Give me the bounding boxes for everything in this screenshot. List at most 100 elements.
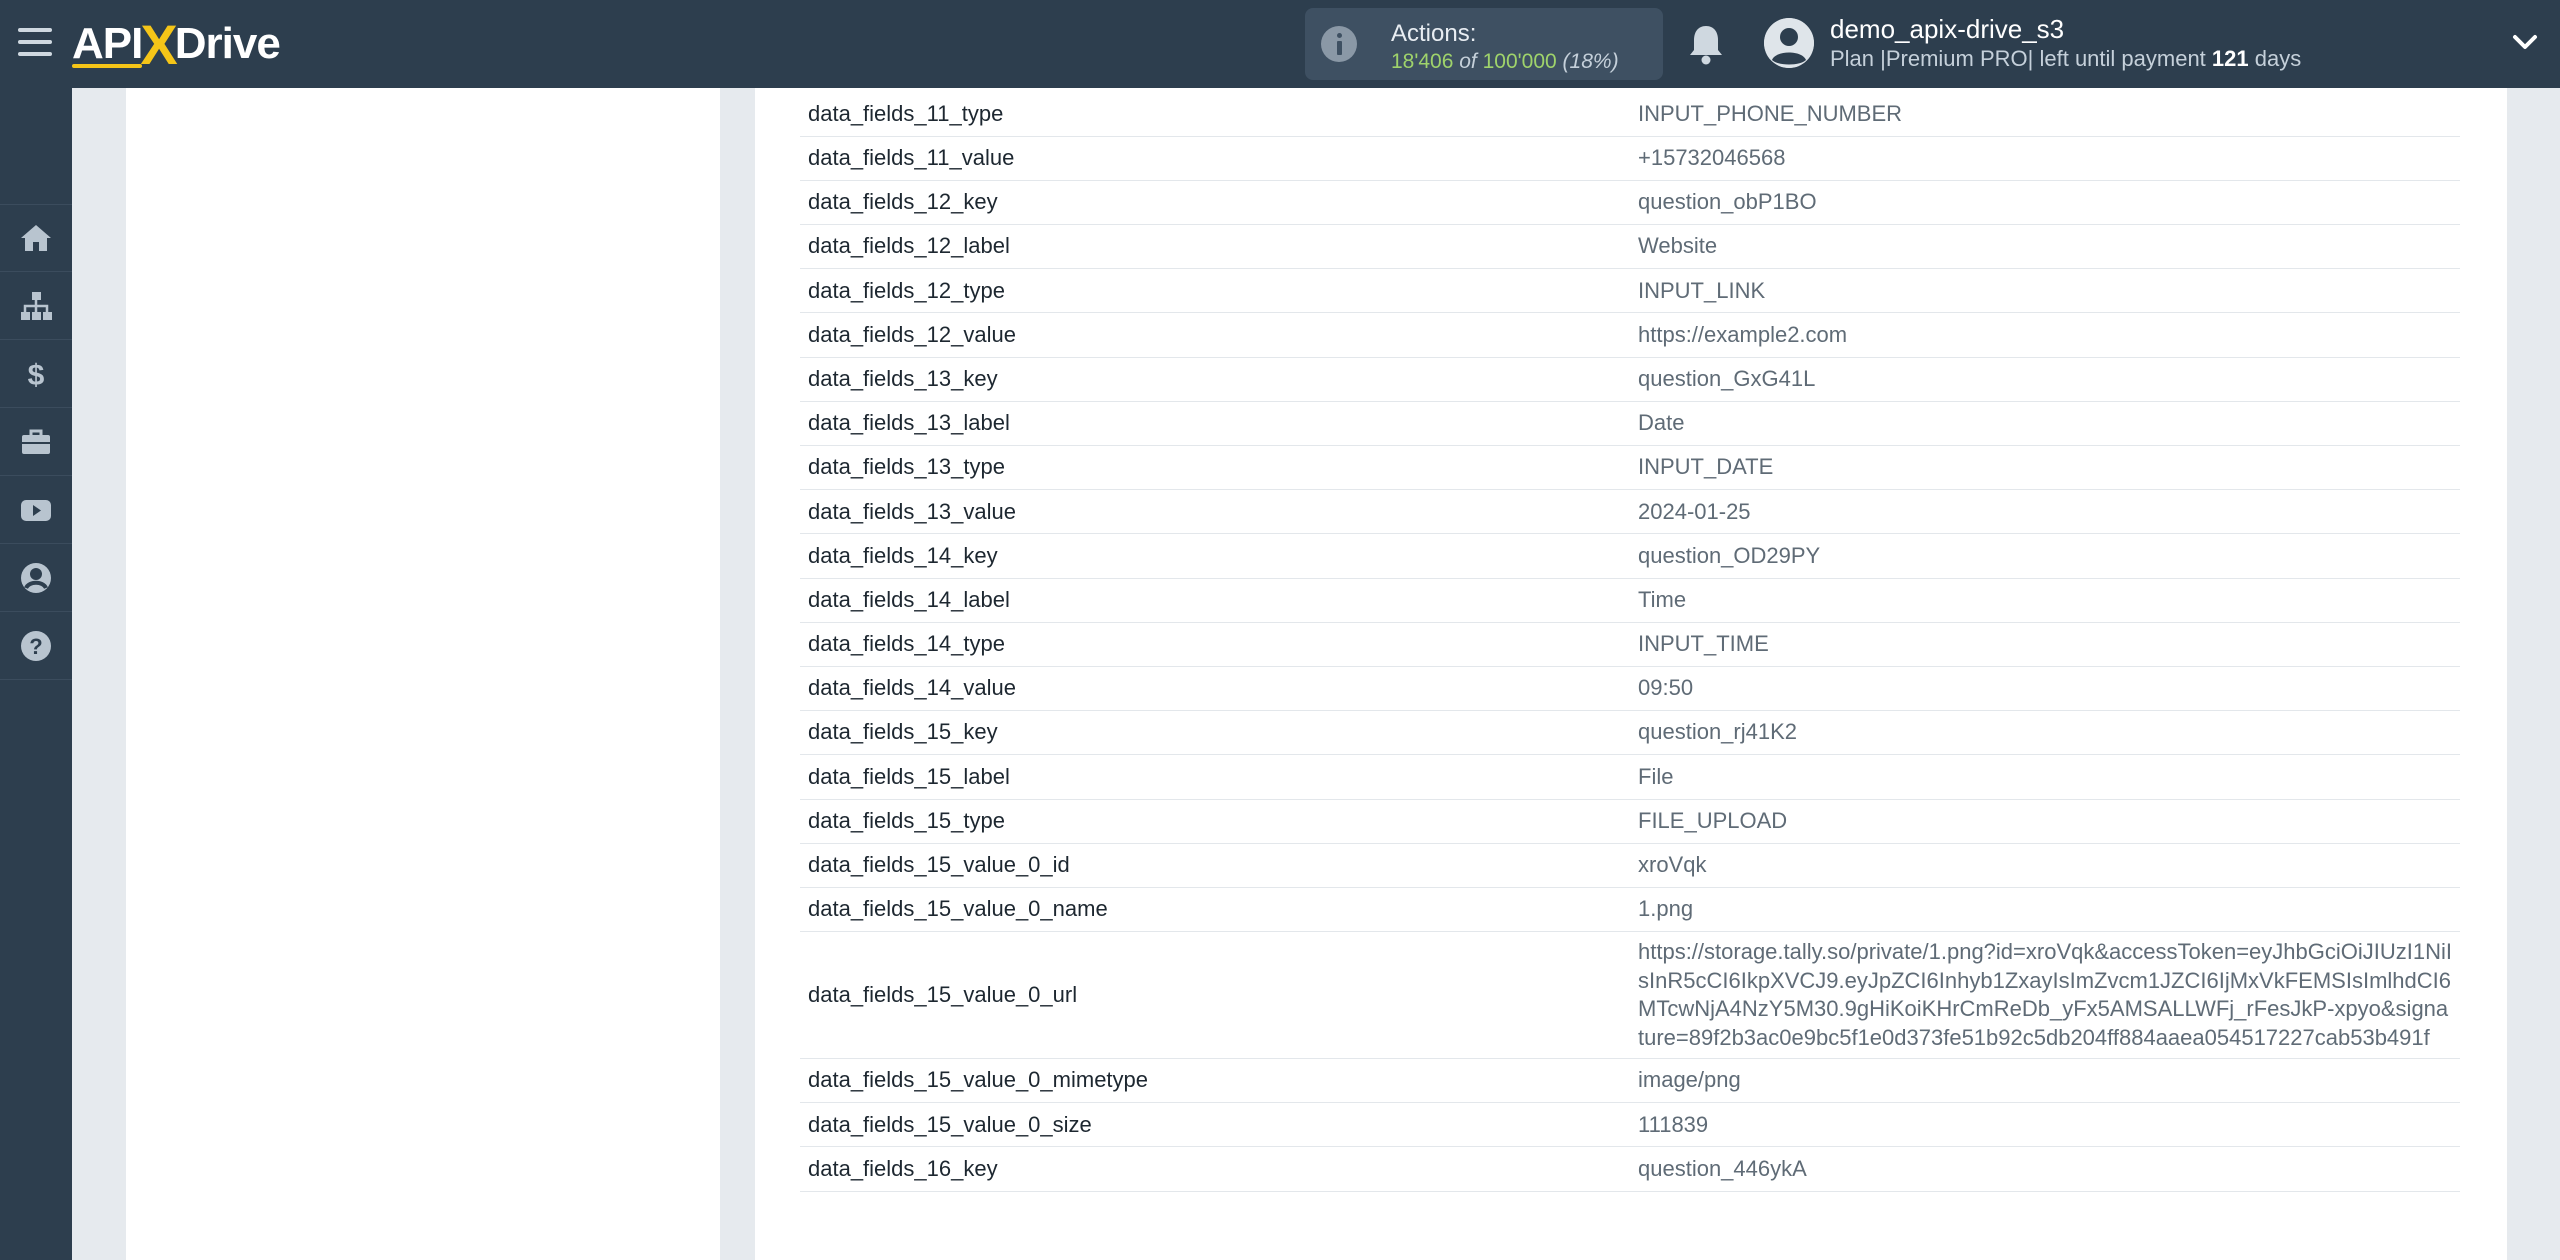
field-key: data_fields_14_type — [800, 622, 1630, 667]
left-panel — [126, 88, 720, 1260]
table-row: data_fields_11_type INPUT_PHONE_NUMBER — [800, 92, 2460, 137]
table-row: data_fields_13_key question_GxG41L — [800, 357, 2460, 402]
field-key: data_fields_15_value_0_mimetype — [800, 1058, 1630, 1104]
home-icon — [21, 225, 51, 251]
field-key: data_fields_12_type — [800, 268, 1630, 314]
sidebar: $ ? — [0, 88, 72, 1260]
actions-counter[interactable]: Actions: 18'406 of 100'000 (18%) — [1305, 8, 1663, 80]
plan-suffix: days — [2254, 46, 2302, 71]
table-row: data_fields_15_value_0_id xroVqk — [800, 843, 2460, 888]
sidebar-item-videos[interactable] — [0, 476, 72, 544]
field-key: data_fields_12_key — [800, 180, 1630, 226]
field-value: INPUT_TIME — [1630, 622, 2460, 667]
table-row: data_fields_13_label Date — [800, 401, 2460, 447]
field-value: https://example2.com — [1630, 312, 2460, 358]
field-value: FILE_UPLOAD — [1630, 799, 2460, 844]
data-table: data_fields_11_type INPUT_PHONE_NUMBER dat… — [800, 92, 2460, 1192]
actions-limit: 100'000 — [1482, 50, 1557, 73]
youtube-icon — [21, 499, 51, 521]
sidebar-item-help[interactable]: ? — [0, 612, 72, 680]
table-row: data_fields_12_type INPUT_LINK — [800, 268, 2460, 314]
field-value: image/png — [1630, 1058, 2460, 1104]
table-row: data_fields_13_type INPUT_DATE — [800, 445, 2460, 491]
user-avatar-icon — [1764, 18, 1814, 68]
user-name[interactable]: demo_apix-drive_s3 — [1830, 14, 2064, 45]
help-icon: ? — [21, 630, 51, 661]
field-value: INPUT_LINK — [1630, 268, 2460, 314]
field-value: question_446ykA — [1630, 1146, 2460, 1192]
table-row: data_fields_16_key question_446ykA — [800, 1146, 2460, 1192]
svg-text:$: $ — [28, 359, 45, 391]
field-key: data_fields_16_key — [800, 1146, 1630, 1192]
field-value: Time — [1630, 578, 2460, 623]
field-key: data_fields_13_key — [800, 357, 1630, 402]
field-key: data_fields_13_type — [800, 445, 1630, 491]
field-key: data_fields_15_label — [800, 754, 1630, 800]
field-key: data_fields_11_value — [800, 136, 1630, 181]
table-row: data_fields_12_key question_obP1BO — [800, 180, 2460, 226]
sidebar-item-profile[interactable] — [0, 544, 72, 612]
table-row: data_fields_15_value_0_size 111839 — [800, 1102, 2460, 1148]
field-value: Date — [1630, 401, 2460, 447]
table-row: data_fields_15_label File — [800, 754, 2460, 800]
field-key: data_fields_14_key — [800, 533, 1630, 579]
field-value: Website — [1630, 224, 2460, 270]
field-value: 09:50 — [1630, 666, 2460, 712]
plan-days: 121 — [2211, 46, 2249, 71]
field-key: data_fields_14_value — [800, 666, 1630, 712]
top-bar: API X Drive Actions: 18'406 of 100'000 (18… — [0, 0, 2560, 88]
field-value: 1.png — [1630, 887, 2460, 933]
actions-usage: 18'406 of 100'000 (18%) — [1391, 50, 1619, 74]
field-key: data_fields_14_label — [800, 578, 1630, 623]
actions-of: of — [1459, 50, 1477, 73]
logo-drive: Drive — [174, 19, 281, 68]
menu-icon[interactable] — [18, 28, 52, 58]
field-value: +15732046568 — [1630, 136, 2460, 181]
field-key: data_fields_15_key — [800, 710, 1630, 756]
bell-icon[interactable] — [1686, 22, 1726, 66]
sidebar-item-tools[interactable] — [0, 408, 72, 476]
field-key: data_fields_13_value — [800, 489, 1630, 535]
logo-underline — [72, 64, 142, 68]
plan-prefix: Plan |Premium PRO| left until payment — [1830, 46, 2206, 71]
field-value: 111839 — [1630, 1102, 2460, 1148]
sidebar-item-billing[interactable]: $ — [0, 340, 72, 408]
table-row: data_fields_14_type INPUT_TIME — [800, 622, 2460, 667]
field-key: data_fields_11_type — [800, 92, 1630, 137]
field-key: data_fields_15_value_0_name — [800, 887, 1630, 933]
field-key: data_fields_15_value_0_id — [800, 843, 1630, 888]
table-row: data_fields_15_key question_rj41K2 — [800, 710, 2460, 756]
avatar[interactable] — [1764, 18, 1814, 68]
field-value: INPUT_DATE — [1630, 445, 2460, 491]
actions-used: 18'406 — [1391, 50, 1454, 73]
table-row: data_fields_14_value 09:50 — [800, 666, 2460, 712]
field-key: data_fields_12_label — [800, 224, 1630, 270]
actions-percent: (18%) — [1562, 50, 1619, 73]
info-icon — [1321, 26, 1357, 62]
table-row: data_fields_11_value +15732046568 — [800, 136, 2460, 181]
table-row: data_fields_15_value_0_mimetype image/png — [800, 1058, 2460, 1104]
sidebar-item-home[interactable] — [0, 204, 72, 272]
data-panel: data_fields_11_type INPUT_PHONE_NUMBER dat… — [755, 88, 2507, 1260]
table-row: data_fields_13_value 2024-01-25 — [800, 489, 2460, 535]
field-key: data_fields_13_label — [800, 401, 1630, 447]
chevron-down-icon[interactable] — [2512, 32, 2538, 52]
field-value: question_GxG41L — [1630, 357, 2460, 402]
dollar-icon: $ — [28, 359, 45, 391]
table-row: data_fields_15_type FILE_UPLOAD — [800, 799, 2460, 844]
field-value: File — [1630, 754, 2460, 800]
table-row: data_fields_15_value_0_url https://storag… — [800, 931, 2460, 1060]
logo-api: API — [72, 19, 143, 68]
table-row: data_fields_12_value https://example2.com — [800, 312, 2460, 358]
table-row: data_fields_15_value_0_name 1.png — [800, 887, 2460, 933]
field-key: data_fields_15_value_0_url — [800, 931, 1630, 1060]
table-row: data_fields_14_label Time — [800, 578, 2460, 623]
logo[interactable]: API X Drive — [72, 13, 281, 76]
user-icon — [21, 562, 51, 593]
sidebar-item-connections[interactable] — [0, 272, 72, 340]
field-value: xroVqk — [1630, 843, 2460, 888]
plan-info: Plan |Premium PRO| left until payment 12… — [1830, 46, 2301, 72]
table-row: data_fields_12_label Website — [800, 224, 2460, 270]
sitemap-icon — [21, 291, 52, 320]
field-key: data_fields_12_value — [800, 312, 1630, 358]
